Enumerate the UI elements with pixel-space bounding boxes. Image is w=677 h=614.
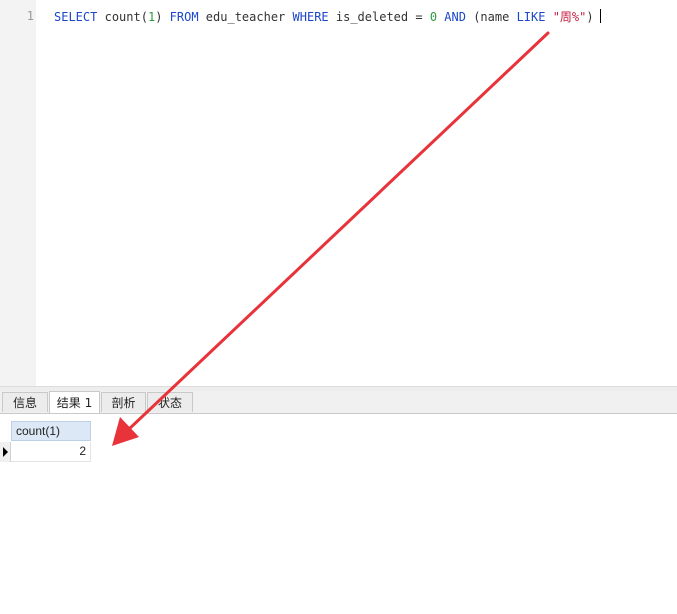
result-cell-count[interactable]: 2 (11, 442, 91, 462)
text-cursor (599, 9, 601, 23)
sql-paren: ) (155, 10, 163, 24)
sql-keyword-from: FROM (169, 10, 199, 24)
column-header-count[interactable]: count(1) (11, 421, 91, 441)
sql-keyword-select: SELECT (54, 10, 98, 24)
line-gutter: 1 (0, 0, 36, 386)
sql-column-condition: is_deleted = (335, 10, 423, 24)
sql-string-pattern: "周%" (552, 10, 587, 24)
sql-code-line[interactable]: SELECT count(1) FROM edu_teacher WHERE i… (54, 9, 601, 25)
sql-name-column: (name (473, 10, 510, 24)
row-indicator[interactable] (0, 442, 11, 462)
query-window: 1 SELECT count(1) FROM edu_teacher WHERE… (0, 0, 677, 614)
tab-status[interactable]: 状态 (147, 392, 193, 412)
sql-keyword-where: WHERE (292, 10, 329, 24)
tab-profile[interactable]: 剖析 (101, 392, 146, 412)
current-row-arrow-icon (3, 447, 8, 457)
sql-paren-close: ) (586, 10, 594, 24)
sql-keyword-like: LIKE (516, 10, 546, 24)
result-tabbar: 信息 结果 1 剖析 状态 (0, 391, 677, 414)
result-grid: count(1) 2 (0, 414, 677, 614)
sql-function-count: count( (104, 10, 148, 24)
sql-table-name: edu_teacher (205, 10, 286, 24)
line-number: 1 (26, 9, 34, 23)
tab-result-1[interactable]: 结果 1 (49, 391, 100, 413)
tab-info[interactable]: 信息 (2, 392, 48, 412)
sql-editor[interactable]: 1 SELECT count(1) FROM edu_teacher WHERE… (0, 0, 677, 386)
sql-number-zero: 0 (429, 10, 438, 24)
sql-keyword-and: AND (444, 10, 466, 24)
